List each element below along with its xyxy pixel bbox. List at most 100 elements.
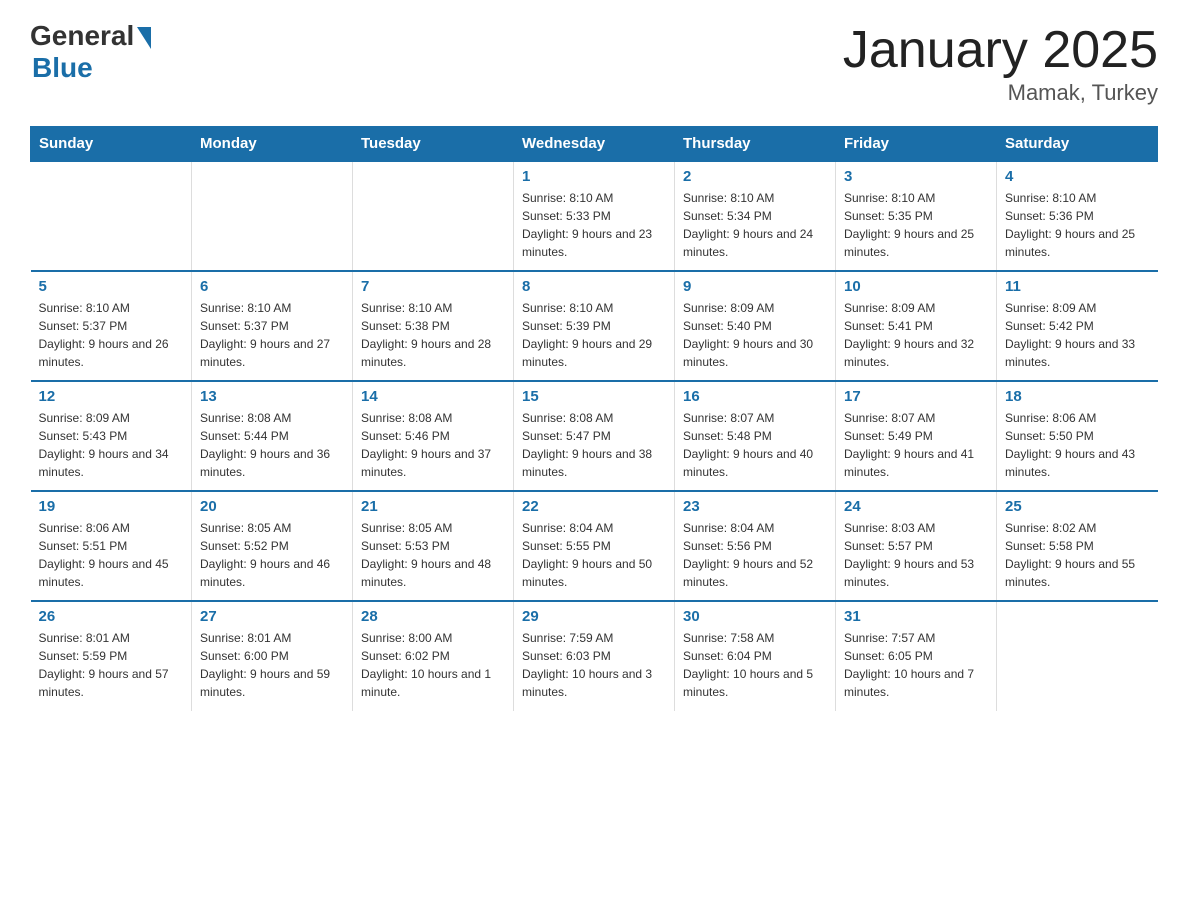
calendar-cell: 29 Sunrise: 7:59 AM Sunset: 6:03 PM Dayli… bbox=[514, 601, 675, 711]
day-number: 10 bbox=[844, 278, 988, 295]
day-info: Sunrise: 8:03 AM Sunset: 5:57 PM Dayligh… bbox=[844, 519, 988, 591]
calendar-cell: 23Sunrise: 8:04 AM Sunset: 5:56 PM Dayli… bbox=[675, 491, 836, 601]
calendar-cell: 7Sunrise: 8:10 AM Sunset: 5:38 PM Daylig… bbox=[353, 271, 514, 381]
calendar-cell: 9 Sunrise: 8:09 AM Sunset: 5:40 PM Daylig… bbox=[675, 271, 836, 381]
calendar-cell: 17 Sunrise: 8:07 AM Sunset: 5:49 PM Dayli… bbox=[836, 381, 997, 491]
title-block: January 2025 Mamak, Turkey bbox=[843, 20, 1158, 106]
calendar-cell: 30 Sunrise: 7:58 AM Sunset: 6:04 PM Dayli… bbox=[675, 601, 836, 711]
calendar-cell: 11 Sunrise: 8:09 AM Sunset: 5:42 PM Dayli… bbox=[997, 271, 1158, 381]
logo-triangle-icon bbox=[137, 27, 151, 49]
day-number: 17 bbox=[844, 388, 988, 405]
day-number: 13 bbox=[200, 388, 344, 405]
day-number: 8 bbox=[522, 278, 666, 295]
day-number: 27 bbox=[200, 608, 344, 625]
calendar-cell: 14Sunrise: 8:08 AM Sunset: 5:46 PM Dayli… bbox=[353, 381, 514, 491]
calendar-cell: 2 Sunrise: 8:10 AM Sunset: 5:34 PM Daylig… bbox=[675, 161, 836, 271]
calendar-cell: 15 Sunrise: 8:08 AM Sunset: 5:47 PM Dayli… bbox=[514, 381, 675, 491]
day-number: 1 bbox=[522, 168, 666, 185]
day-info: Sunrise: 8:08 AM Sunset: 5:46 PM Dayligh… bbox=[361, 409, 505, 481]
day-number: 16 bbox=[683, 388, 827, 405]
day-number: 9 bbox=[683, 278, 827, 295]
day-number: 29 bbox=[522, 608, 666, 625]
day-info: Sunrise: 7:59 AM Sunset: 6:03 PM Dayligh… bbox=[522, 629, 666, 701]
day-number: 26 bbox=[39, 608, 184, 625]
day-info: Sunrise: 7:57 AM Sunset: 6:05 PM Dayligh… bbox=[844, 629, 988, 701]
day-info: Sunrise: 8:06 AM Sunset: 5:50 PM Dayligh… bbox=[1005, 409, 1150, 481]
day-number: 11 bbox=[1005, 278, 1150, 295]
day-number: 4 bbox=[1005, 168, 1150, 185]
header-cell-thursday: Thursday bbox=[675, 127, 836, 162]
day-info: Sunrise: 8:10 AM Sunset: 5:37 PM Dayligh… bbox=[39, 299, 184, 371]
day-info: Sunrise: 8:07 AM Sunset: 5:49 PM Dayligh… bbox=[844, 409, 988, 481]
calendar-cell bbox=[997, 601, 1158, 711]
day-info: Sunrise: 8:01 AM Sunset: 5:59 PM Dayligh… bbox=[39, 629, 184, 701]
calendar-cell: 6 Sunrise: 8:10 AM Sunset: 5:37 PM Daylig… bbox=[192, 271, 353, 381]
day-info: Sunrise: 8:09 AM Sunset: 5:40 PM Dayligh… bbox=[683, 299, 827, 371]
day-number: 31 bbox=[844, 608, 988, 625]
calendar-title: January 2025 bbox=[843, 20, 1158, 80]
calendar-cell: 8Sunrise: 8:10 AM Sunset: 5:39 PM Daylig… bbox=[514, 271, 675, 381]
calendar-cell: 5Sunrise: 8:10 AM Sunset: 5:37 PM Daylig… bbox=[31, 271, 192, 381]
day-number: 15 bbox=[522, 388, 666, 405]
calendar-cell: 16 Sunrise: 8:07 AM Sunset: 5:48 PM Dayli… bbox=[675, 381, 836, 491]
day-info: Sunrise: 8:00 AM Sunset: 6:02 PM Dayligh… bbox=[361, 629, 505, 701]
day-info: Sunrise: 8:01 AM Sunset: 6:00 PM Dayligh… bbox=[200, 629, 344, 701]
day-number: 2 bbox=[683, 168, 827, 185]
calendar-cell: 27 Sunrise: 8:01 AM Sunset: 6:00 PM Dayli… bbox=[192, 601, 353, 711]
calendar-cell: 13 Sunrise: 8:08 AM Sunset: 5:44 PM Dayli… bbox=[192, 381, 353, 491]
day-info: Sunrise: 7:58 AM Sunset: 6:04 PM Dayligh… bbox=[683, 629, 827, 701]
header-cell-tuesday: Tuesday bbox=[353, 127, 514, 162]
header-cell-wednesday: Wednesday bbox=[514, 127, 675, 162]
day-number: 24 bbox=[844, 498, 988, 515]
calendar-cell: 22 Sunrise: 8:04 AM Sunset: 5:55 PM Dayli… bbox=[514, 491, 675, 601]
day-info: Sunrise: 8:10 AM Sunset: 5:37 PM Dayligh… bbox=[200, 299, 344, 371]
day-info: Sunrise: 8:09 AM Sunset: 5:43 PM Dayligh… bbox=[39, 409, 184, 481]
day-number: 6 bbox=[200, 278, 344, 295]
day-info: Sunrise: 8:06 AM Sunset: 5:51 PM Dayligh… bbox=[39, 519, 184, 591]
calendar-cell: 24 Sunrise: 8:03 AM Sunset: 5:57 PM Dayli… bbox=[836, 491, 997, 601]
calendar-cell bbox=[192, 161, 353, 271]
day-info: Sunrise: 8:04 AM Sunset: 5:56 PM Dayligh… bbox=[683, 519, 827, 591]
calendar-cell: 19 Sunrise: 8:06 AM Sunset: 5:51 PM Dayli… bbox=[31, 491, 192, 601]
day-info: Sunrise: 8:10 AM Sunset: 5:33 PM Dayligh… bbox=[522, 189, 666, 261]
calendar-table: SundayMondayTuesdayWednesdayThursdayFrid… bbox=[30, 126, 1158, 711]
day-info: Sunrise: 8:08 AM Sunset: 5:47 PM Dayligh… bbox=[522, 409, 666, 481]
day-info: Sunrise: 8:10 AM Sunset: 5:35 PM Dayligh… bbox=[844, 189, 988, 261]
day-number: 25 bbox=[1005, 498, 1150, 515]
calendar-cell: 3Sunrise: 8:10 AM Sunset: 5:35 PM Daylig… bbox=[836, 161, 997, 271]
logo-blue-text: Blue bbox=[32, 52, 93, 84]
calendar-cell: 4Sunrise: 8:10 AM Sunset: 5:36 PM Daylig… bbox=[997, 161, 1158, 271]
week-row-4: 19 Sunrise: 8:06 AM Sunset: 5:51 PM Dayli… bbox=[31, 491, 1158, 601]
week-row-5: 26 Sunrise: 8:01 AM Sunset: 5:59 PM Dayli… bbox=[31, 601, 1158, 711]
calendar-cell: 31 Sunrise: 7:57 AM Sunset: 6:05 PM Dayli… bbox=[836, 601, 997, 711]
day-number: 22 bbox=[522, 498, 666, 515]
day-info: Sunrise: 8:08 AM Sunset: 5:44 PM Dayligh… bbox=[200, 409, 344, 481]
calendar-cell: 28Sunrise: 8:00 AM Sunset: 6:02 PM Dayli… bbox=[353, 601, 514, 711]
logo: General Blue bbox=[30, 20, 151, 84]
day-info: Sunrise: 8:02 AM Sunset: 5:58 PM Dayligh… bbox=[1005, 519, 1150, 591]
day-number: 18 bbox=[1005, 388, 1150, 405]
day-number: 12 bbox=[39, 388, 184, 405]
calendar-body: 1 Sunrise: 8:10 AM Sunset: 5:33 PM Daylig… bbox=[31, 161, 1158, 711]
calendar-cell: 1 Sunrise: 8:10 AM Sunset: 5:33 PM Daylig… bbox=[514, 161, 675, 271]
page-header: General Blue January 2025 Mamak, Turkey bbox=[30, 20, 1158, 106]
day-number: 30 bbox=[683, 608, 827, 625]
day-info: Sunrise: 8:10 AM Sunset: 5:38 PM Dayligh… bbox=[361, 299, 505, 371]
day-info: Sunrise: 8:10 AM Sunset: 5:34 PM Dayligh… bbox=[683, 189, 827, 261]
day-info: Sunrise: 8:09 AM Sunset: 5:42 PM Dayligh… bbox=[1005, 299, 1150, 371]
header-cell-saturday: Saturday bbox=[997, 127, 1158, 162]
calendar-cell: 20Sunrise: 8:05 AM Sunset: 5:52 PM Dayli… bbox=[192, 491, 353, 601]
calendar-cell bbox=[31, 161, 192, 271]
calendar-cell: 12 Sunrise: 8:09 AM Sunset: 5:43 PM Dayli… bbox=[31, 381, 192, 491]
day-info: Sunrise: 8:04 AM Sunset: 5:55 PM Dayligh… bbox=[522, 519, 666, 591]
week-row-1: 1 Sunrise: 8:10 AM Sunset: 5:33 PM Daylig… bbox=[31, 161, 1158, 271]
calendar-subtitle: Mamak, Turkey bbox=[843, 80, 1158, 106]
week-row-2: 5Sunrise: 8:10 AM Sunset: 5:37 PM Daylig… bbox=[31, 271, 1158, 381]
header-row: SundayMondayTuesdayWednesdayThursdayFrid… bbox=[31, 127, 1158, 162]
day-info: Sunrise: 8:07 AM Sunset: 5:48 PM Dayligh… bbox=[683, 409, 827, 481]
day-number: 20 bbox=[200, 498, 344, 515]
calendar-cell: 18 Sunrise: 8:06 AM Sunset: 5:50 PM Dayli… bbox=[997, 381, 1158, 491]
day-info: Sunrise: 8:05 AM Sunset: 5:53 PM Dayligh… bbox=[361, 519, 505, 591]
calendar-cell bbox=[353, 161, 514, 271]
day-number: 19 bbox=[39, 498, 184, 515]
